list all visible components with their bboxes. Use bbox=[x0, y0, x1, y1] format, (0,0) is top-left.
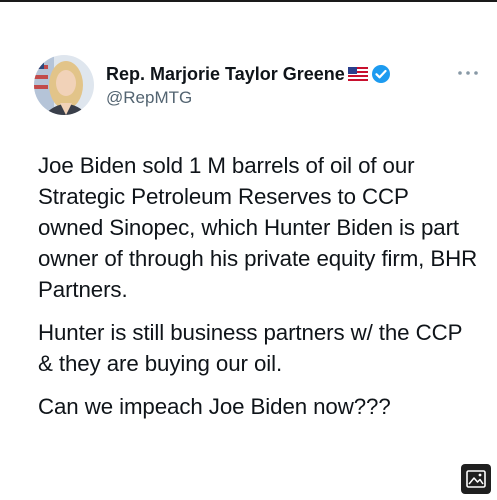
author-info: Rep. Marjorie Taylor Greene @RepMTG bbox=[106, 62, 391, 108]
tweet-text: Joe Biden sold 1 M barrels of oil of our… bbox=[38, 150, 478, 434]
image-icon[interactable] bbox=[461, 464, 491, 494]
tweet-paragraph: Can we impeach Joe Biden now??? bbox=[38, 394, 391, 419]
tweet-paragraph: Joe Biden sold 1 M barrels of oil of our… bbox=[38, 153, 478, 302]
user-handle[interactable]: @RepMTG bbox=[106, 88, 391, 108]
tweet-card: Rep. Marjorie Taylor Greene @RepMTG Joe … bbox=[0, 0, 497, 500]
avatar[interactable] bbox=[34, 55, 94, 115]
more-options-icon[interactable] bbox=[455, 65, 481, 81]
us-flag-icon bbox=[347, 67, 368, 81]
top-divider bbox=[0, 0, 497, 2]
verified-badge-icon bbox=[371, 64, 391, 84]
tweet-paragraph: Hunter is still business partners w/ the… bbox=[38, 320, 462, 376]
name-row: Rep. Marjorie Taylor Greene bbox=[106, 62, 391, 86]
display-name[interactable]: Rep. Marjorie Taylor Greene bbox=[106, 64, 345, 85]
avatar-image bbox=[34, 55, 94, 115]
